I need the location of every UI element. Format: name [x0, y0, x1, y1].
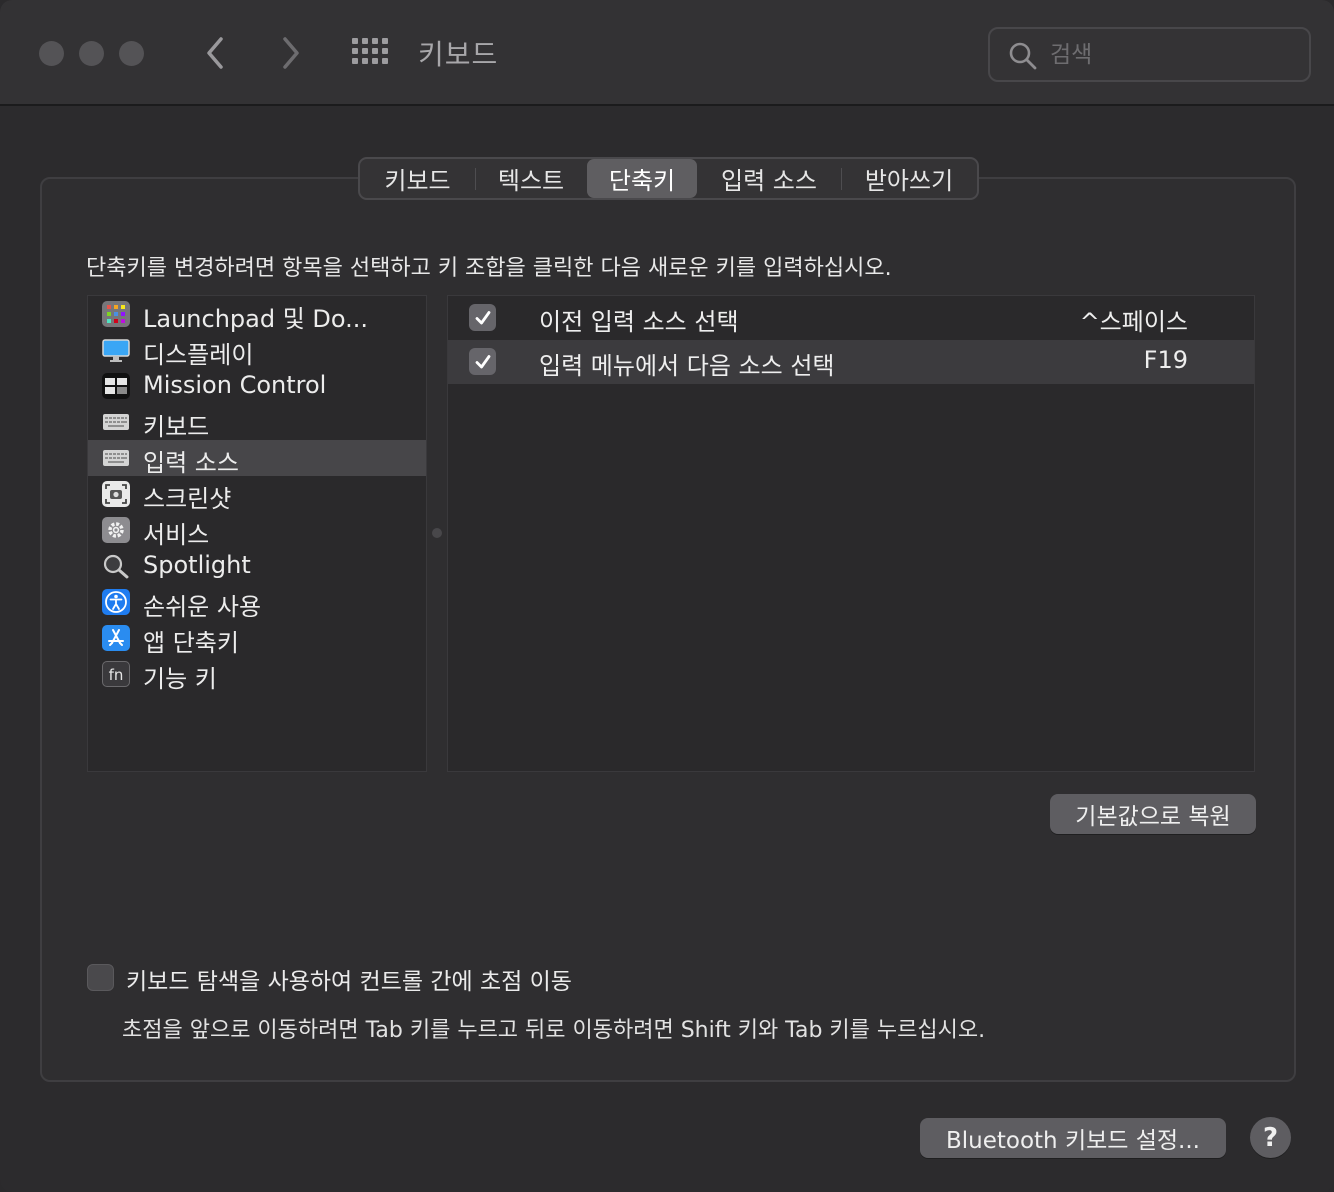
shortcut-category-list[interactable]: Launchpad 및 Do... 디스플레이 Mission Control … [87, 295, 427, 772]
category-label: 기능 키 [143, 665, 217, 693]
category-item-launchpad[interactable]: Launchpad 및 Do... [88, 296, 426, 333]
minimize-window-button[interactable] [79, 41, 104, 66]
svg-text:fn: fn [109, 666, 124, 684]
close-window-button[interactable] [39, 41, 64, 66]
category-item-mission-control[interactable]: Mission Control [88, 368, 426, 404]
category-item-app-shortcuts[interactable]: 앱 단축키 [88, 620, 426, 657]
screenshot-icon [102, 481, 130, 507]
checkmark-icon [475, 354, 490, 368]
titlebar: 키보드 [0, 0, 1334, 106]
category-item-services[interactable]: 서비스 [88, 512, 426, 549]
tab-shortcuts[interactable]: 단축키 [587, 159, 697, 198]
search-field[interactable] [988, 27, 1311, 82]
magnifier-icon [102, 553, 130, 579]
tab-bar: 키보드 텍스트 단축키 입력 소스 받아쓰기 [358, 157, 979, 200]
category-item-screenshot[interactable]: 스크린샷 [88, 476, 426, 513]
category-label: Spotlight [143, 551, 251, 579]
category-label: Mission Control [143, 371, 327, 399]
shortcut-row[interactable]: 입력 메뉴에서 다음 소스 선택 F19 [448, 340, 1254, 384]
window-title: 키보드 [418, 38, 499, 71]
accessibility-icon [102, 589, 130, 615]
tab-input-sources[interactable]: 입력 소스 [697, 159, 841, 198]
search-input[interactable] [1050, 39, 1290, 71]
split-view-handle[interactable] [432, 528, 442, 538]
category-label: 키보드 [143, 413, 210, 441]
category-label: 서비스 [143, 521, 210, 549]
shortcut-table[interactable]: 이전 입력 소스 선택 ^스페이스 입력 메뉴에서 다음 소스 선택 F19 [447, 295, 1255, 772]
help-button[interactable]: ? [1250, 1117, 1291, 1158]
keyboard-navigation-hint: 초점을 앞으로 이동하려면 Tab 키를 누르고 뒤로 이동하려면 Shift … [122, 1018, 986, 1043]
search-icon [1009, 42, 1037, 70]
tab-keyboard[interactable]: 키보드 [360, 159, 475, 198]
show-all-grid-icon[interactable] [352, 38, 392, 68]
bluetooth-keyboard-setup-button[interactable]: Bluetooth 키보드 설정... [920, 1118, 1226, 1158]
shortcut-enabled-checkbox[interactable] [469, 304, 496, 331]
category-label: 앱 단축키 [143, 629, 239, 657]
forward-button[interactable] [268, 30, 314, 76]
display-icon [102, 337, 130, 363]
instruction-text: 단축키를 변경하려면 항목을 선택하고 키 조합을 클릭한 다음 새로운 키를 … [86, 256, 892, 281]
system-preferences-window: 키보드 키보드 텍스트 단축키 입력 소스 받아쓰기 단축키를 변경하려면 항목… [0, 0, 1334, 1192]
app-store-icon [102, 625, 130, 651]
category-item-input-sources[interactable]: 입력 소스 [88, 440, 426, 477]
category-label: 입력 소스 [143, 449, 239, 477]
zoom-window-button[interactable] [119, 41, 144, 66]
chevron-left-icon [207, 37, 223, 69]
shortcut-row[interactable]: 이전 입력 소스 선택 ^스페이스 [448, 296, 1254, 340]
gear-icon [102, 517, 130, 543]
tab-dictation[interactable]: 받아쓰기 [841, 159, 977, 198]
category-label: 디스플레이 [143, 341, 254, 369]
category-item-keyboard[interactable]: 키보드 [88, 404, 426, 441]
shortcut-key-combo[interactable]: F19 [1144, 346, 1188, 374]
category-item-accessibility[interactable]: 손쉬운 사용 [88, 584, 426, 621]
chevron-right-icon [283, 37, 299, 69]
shortcut-enabled-checkbox[interactable] [469, 348, 496, 375]
category-item-function-keys[interactable]: fn 기능 키 [88, 656, 426, 693]
mission-control-icon [102, 373, 130, 399]
category-label: 손쉬운 사용 [143, 593, 262, 621]
restore-defaults-button[interactable]: 기본값으로 복원 [1050, 794, 1256, 834]
shortcut-label: 이전 입력 소스 선택 [539, 308, 739, 336]
fn-key-icon: fn [102, 661, 130, 687]
tab-text[interactable]: 텍스트 [475, 159, 587, 198]
category-item-spotlight[interactable]: Spotlight [88, 548, 426, 584]
back-button[interactable] [192, 30, 238, 76]
keyboard-navigation-checkbox[interactable] [87, 964, 114, 991]
category-label: 스크린샷 [143, 485, 232, 513]
keyboard-navigation-label[interactable]: 키보드 탐색을 사용하여 컨트롤 간에 초점 이동 [126, 962, 572, 996]
category-label: Launchpad 및 Do... [143, 305, 369, 333]
shortcut-key-combo[interactable]: ^스페이스 [1080, 302, 1188, 337]
category-item-display[interactable]: 디스플레이 [88, 332, 426, 369]
checkmark-icon [475, 310, 490, 324]
shortcut-label: 입력 메뉴에서 다음 소스 선택 [539, 352, 835, 380]
launchpad-icon [102, 301, 130, 327]
keyboard-icon [102, 409, 130, 435]
keyboard-icon [102, 445, 130, 471]
